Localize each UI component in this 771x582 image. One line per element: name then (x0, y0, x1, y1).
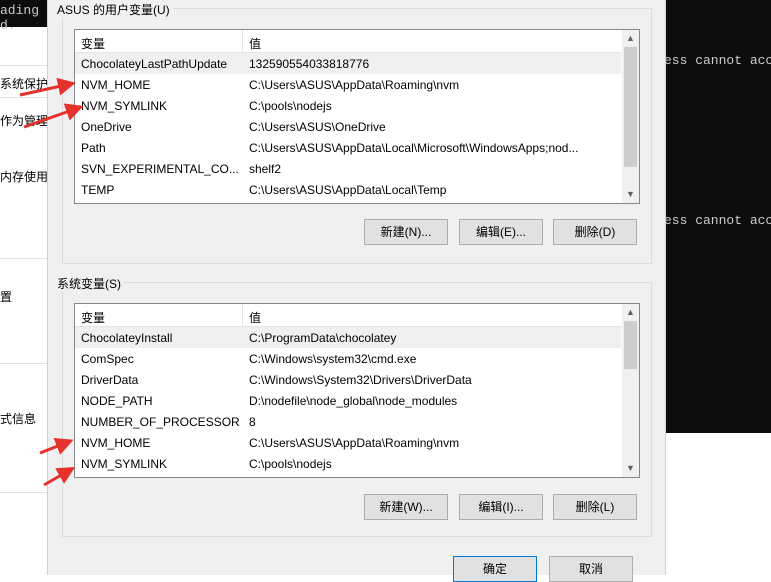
environment-variables-dialog: ASUS 的用户变量(U) 变量 值 ChocolateyLastPathUpd… (47, 0, 666, 582)
left-item-system-protection[interactable]: 系统保护 (0, 75, 47, 92)
background-system-window: ading r d. 系统保护 作为管理 内存使用， 置 式信息 (0, 0, 47, 575)
column-header-variable[interactable]: 变量 (81, 309, 105, 326)
variable-value: 132590554033818776 (249, 57, 370, 71)
column-header-variable[interactable]: 变量 (81, 35, 105, 52)
divider (0, 363, 47, 364)
scroll-thumb[interactable] (624, 321, 637, 369)
variable-name: OneDrive (81, 120, 132, 134)
table-row[interactable]: ChocolateyLastPathUpdate 132590554033818… (75, 53, 621, 74)
table-row[interactable]: SVN_EXPERIMENTAL_CO... shelf2 (75, 158, 621, 179)
list-header: 变量 值 (75, 30, 621, 53)
variable-name: SVN_EXPERIMENTAL_CO... (81, 162, 239, 176)
scroll-up-icon[interactable]: ▲ (622, 30, 639, 47)
variable-name: NVM_HOME (81, 78, 151, 92)
table-row[interactable]: Path C:\Users\ASUS\AppData\Local\Microso… (75, 137, 621, 158)
variable-name: ComSpec (81, 352, 134, 366)
table-row[interactable]: ComSpec C:\Windows\system32\cmd.exe (75, 348, 621, 369)
ok-button[interactable]: 确定 (453, 556, 537, 582)
variable-name: NVM_SYMLINK (81, 99, 168, 113)
variable-name: NVM_HOME (81, 436, 151, 450)
left-item-debug-info: 式信息 (0, 412, 37, 426)
variable-value: C:\Users\ASUS\AppData\Roaming\nvm (249, 436, 460, 450)
divider (0, 492, 47, 493)
variable-value: 8 (249, 415, 256, 429)
column-header-value[interactable]: 值 (249, 309, 261, 326)
table-row[interactable]: NODE_PATH D:\nodefile\node_global\node_m… (75, 390, 621, 411)
left-item-admin[interactable]: 作为管理 (0, 112, 47, 129)
variable-value: C:\Users\ASUS\AppData\Local\Microsoft\Wi… (249, 141, 579, 155)
system-variables-list[interactable]: 变量 值 ChocolateyInstall C:\ProgramData\ch… (74, 303, 640, 478)
terminal-line: ess cannot acc (664, 53, 771, 68)
variable-value: shelf2 (249, 162, 282, 176)
variable-value: C:\Users\ASUS\OneDrive (249, 120, 386, 134)
system-edit-button[interactable]: 编辑(I)... (459, 494, 543, 520)
terminal-line: ading r (0, 3, 47, 18)
vertical-scrollbar[interactable]: ▲ ▼ (622, 30, 639, 203)
background-terminal-strip: ading r d. (0, 0, 47, 33)
table-row[interactable]: NVM_HOME C:\Users\ASUS\AppData\Roaming\n… (75, 74, 621, 95)
variable-value: D:\nodefile\node_global\node_modules (249, 394, 458, 408)
scroll-up-icon[interactable]: ▲ (622, 304, 639, 321)
table-row[interactable]: OneDrive C:\Users\ASUS\OneDrive (75, 116, 621, 137)
column-divider[interactable] (242, 304, 243, 326)
table-row[interactable]: NVM_SYMLINK C:\pools\nodejs (75, 453, 621, 474)
column-header-value[interactable]: 值 (249, 35, 261, 52)
variable-value: C:\Windows\system32\cmd.exe (249, 352, 417, 366)
user-delete-button[interactable]: 删除(D) (553, 219, 637, 245)
variable-value: C:\Users\ASUS\AppData\Local\Temp (249, 183, 447, 197)
divider (0, 258, 47, 259)
variable-name: ChocolateyInstall (81, 331, 173, 345)
variable-name: NODE_PATH (81, 394, 153, 408)
system-variables-title: 系统变量(S) (54, 275, 124, 292)
variable-name: NVM_SYMLINK (81, 457, 168, 471)
variable-name: TEMP (81, 183, 115, 197)
divider (0, 97, 47, 98)
list-header: 变量 值 (75, 304, 621, 327)
table-row[interactable]: ChocolateyInstall C:\ProgramData\chocola… (75, 327, 621, 348)
scroll-down-icon[interactable]: ▼ (622, 460, 639, 477)
background-terminal: ess cannot acc ess cannot acc (664, 0, 771, 433)
vertical-scrollbar[interactable]: ▲ ▼ (622, 304, 639, 477)
table-row[interactable]: NUMBER_OF_PROCESSORS 8 (75, 411, 621, 432)
system-new-button[interactable]: 新建(W)... (364, 494, 448, 520)
variable-name: DriverData (81, 373, 139, 387)
user-new-button[interactable]: 新建(N)... (364, 219, 448, 245)
table-row[interactable]: NVM_SYMLINK C:\pools\nodejs (75, 95, 621, 116)
terminal-line: ess cannot acc (664, 213, 771, 228)
user-variables-title: ASUS 的用户变量(U) (54, 1, 173, 18)
variable-name: Path (81, 141, 106, 155)
variable-name: ChocolateyLastPathUpdate (81, 57, 228, 71)
variable-name: NUMBER_OF_PROCESSORS (81, 415, 239, 429)
column-divider[interactable] (242, 30, 243, 52)
table-row[interactable]: DriverData C:\Windows\System32\Drivers\D… (75, 369, 621, 390)
variable-value: C:\ProgramData\chocolatey (249, 331, 397, 345)
left-item-settings: 置 (0, 290, 13, 304)
table-row[interactable]: NVM_HOME C:\Users\ASUS\AppData\Roaming\n… (75, 432, 621, 453)
variable-value: C:\Users\ASUS\AppData\Roaming\nvm (249, 78, 460, 92)
scroll-thumb[interactable] (624, 47, 637, 167)
variable-value: C:\pools\nodejs (249, 457, 332, 471)
cancel-button[interactable]: 取消 (549, 556, 633, 582)
table-row[interactable]: TEMP C:\Users\ASUS\AppData\Local\Temp (75, 179, 621, 200)
left-item-memory: 内存使用， (0, 170, 47, 184)
terminal-line: d. (0, 18, 16, 33)
divider (0, 65, 47, 66)
user-variables-list[interactable]: 变量 值 ChocolateyLastPathUpdate 1325905540… (74, 29, 640, 204)
system-delete-button[interactable]: 删除(L) (553, 494, 637, 520)
variable-value: C:\Windows\System32\Drivers\DriverData (249, 373, 472, 387)
scroll-down-icon[interactable]: ▼ (622, 186, 639, 203)
user-edit-button[interactable]: 编辑(E)... (459, 219, 543, 245)
variable-value: C:\pools\nodejs (249, 99, 332, 113)
